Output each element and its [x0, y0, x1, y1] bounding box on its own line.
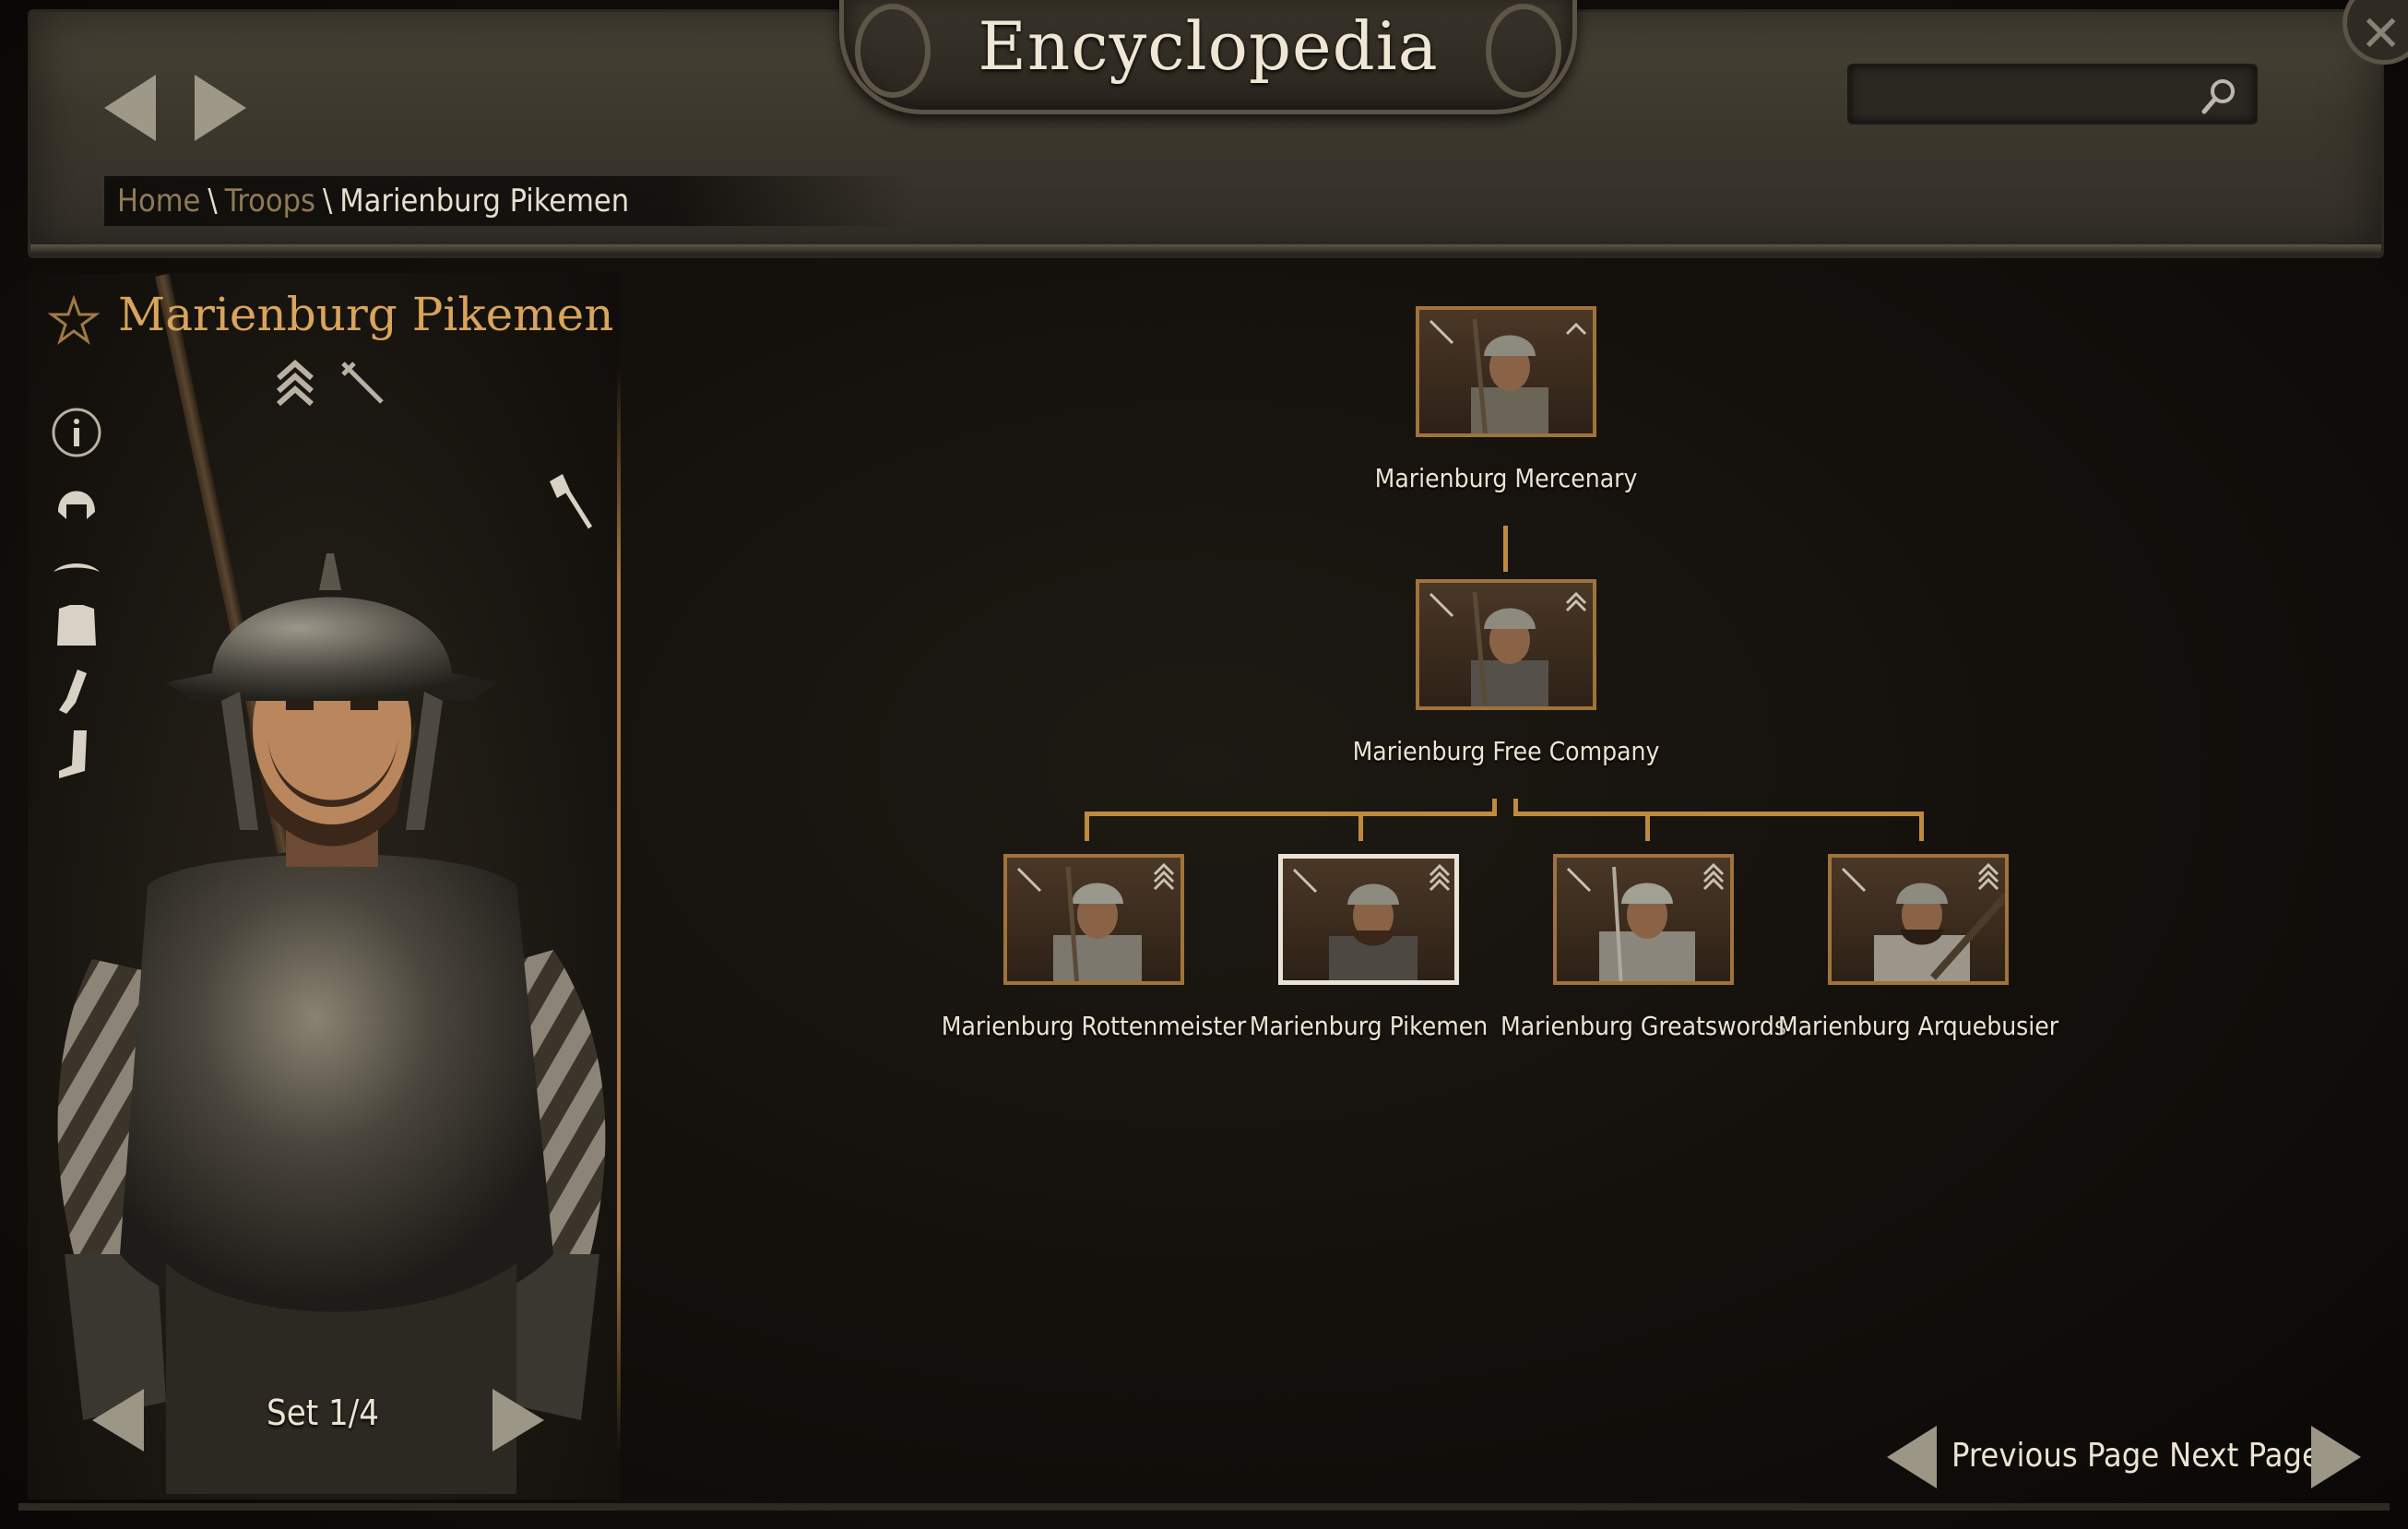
- page-title: Encyclopedia: [978, 7, 1439, 85]
- cape-icon[interactable]: [50, 544, 103, 598]
- soldier-portrait-icon: [1292, 863, 1451, 980]
- back-arrow-icon[interactable]: [104, 75, 156, 141]
- tree-connector: [1645, 812, 1650, 841]
- info-icon[interactable]: [50, 406, 103, 459]
- soldier-portrait-icon: [1429, 318, 1587, 433]
- breadcrumb: Home \ Troops \ Marienburg Pikemen: [104, 176, 916, 226]
- breadcrumb-home-link[interactable]: Home: [117, 183, 200, 219]
- favorite-star-icon[interactable]: [48, 295, 100, 347]
- gloves-icon[interactable]: [50, 666, 103, 719]
- troop-card-mid[interactable]: Marienburg Free Company: [1353, 579, 1659, 766]
- troop-card-root[interactable]: Marienburg Mercenary: [1375, 306, 1637, 493]
- set-prev-arrow-icon[interactable]: [92, 1389, 144, 1452]
- troop-portrait: [1278, 854, 1459, 985]
- tree-connector: [1085, 812, 1497, 816]
- next-page-button[interactable]: Next Page: [2169, 1437, 2320, 1475]
- next-page-arrow-icon[interactable]: [2311, 1426, 2361, 1488]
- troop-portrait: [1003, 854, 1184, 985]
- troop-card-leaf[interactable]: Marienburg Greatswords: [1501, 854, 1786, 1041]
- prev-page-arrow-icon[interactable]: [1887, 1426, 1937, 1488]
- tree-connector: [1085, 812, 1089, 841]
- soldier-portrait-icon: [1841, 862, 2005, 981]
- troop-card-label: Marienburg Arquebusier: [1777, 1011, 2059, 1041]
- boots-icon[interactable]: [50, 729, 103, 782]
- sword-icon: [341, 362, 384, 404]
- title-plaque: Encyclopedia: [839, 0, 1577, 114]
- breadcrumb-separator: \: [322, 183, 333, 219]
- equipment-set-label: Set 1/4: [266, 1393, 379, 1433]
- helmet-icon[interactable]: [50, 475, 103, 528]
- soldier-portrait-icon: [1566, 862, 1725, 981]
- troop-card-label: Marienburg Mercenary: [1374, 463, 1638, 493]
- body-armor-icon[interactable]: [50, 599, 103, 653]
- character-model: [57, 553, 606, 1494]
- tree-connector: [1919, 812, 1924, 841]
- soldier-portrait-icon: [1016, 862, 1175, 981]
- search-box[interactable]: [1847, 64, 2258, 124]
- tree-connector: [1513, 812, 1924, 816]
- troop-card-leaf[interactable]: Marienburg Rottenmeister: [942, 854, 1246, 1041]
- breadcrumb-troops-link[interactable]: Troops: [225, 183, 315, 219]
- breadcrumb-separator: \: [208, 183, 218, 219]
- troop-portrait: [1416, 579, 1596, 710]
- halberd-icon[interactable]: [542, 470, 598, 533]
- tier-chevron-icon: [277, 359, 314, 407]
- troop-name: Marienburg Pikemen: [118, 288, 614, 341]
- troop-card-label: Marienburg Free Company: [1352, 736, 1660, 766]
- window-bottom-border: [18, 1503, 2390, 1511]
- set-next-arrow-icon[interactable]: [492, 1389, 544, 1452]
- previous-page-button[interactable]: Previous Page: [1951, 1437, 2159, 1475]
- encyclopedia-window: Home \ Troops \ Marienburg Pikemen Encyc…: [0, 0, 2408, 1529]
- forward-arrow-icon[interactable]: [195, 75, 246, 141]
- tree-connector: [1358, 812, 1363, 841]
- troop-portrait: [1553, 854, 1734, 985]
- troop-portrait: [1828, 854, 2009, 985]
- troop-portrait: [1416, 306, 1596, 437]
- tree-connector: [1503, 526, 1508, 572]
- upgrade-tree: Marienburg Mercenary Marienburg Free Com…: [627, 273, 2384, 1499]
- search-icon[interactable]: [2199, 77, 2239, 117]
- troop-card-leaf-selected[interactable]: Marienburg Pikemen: [1250, 854, 1488, 1041]
- search-input[interactable]: [1858, 73, 2190, 117]
- panel-divider: [617, 365, 621, 1453]
- close-icon[interactable]: ✕: [2360, 5, 2402, 63]
- soldier-portrait-icon: [1429, 591, 1587, 706]
- breadcrumb-current: Marienburg Pikemen: [339, 183, 630, 219]
- troop-card-leaf[interactable]: Marienburg Arquebusier: [1778, 854, 2058, 1041]
